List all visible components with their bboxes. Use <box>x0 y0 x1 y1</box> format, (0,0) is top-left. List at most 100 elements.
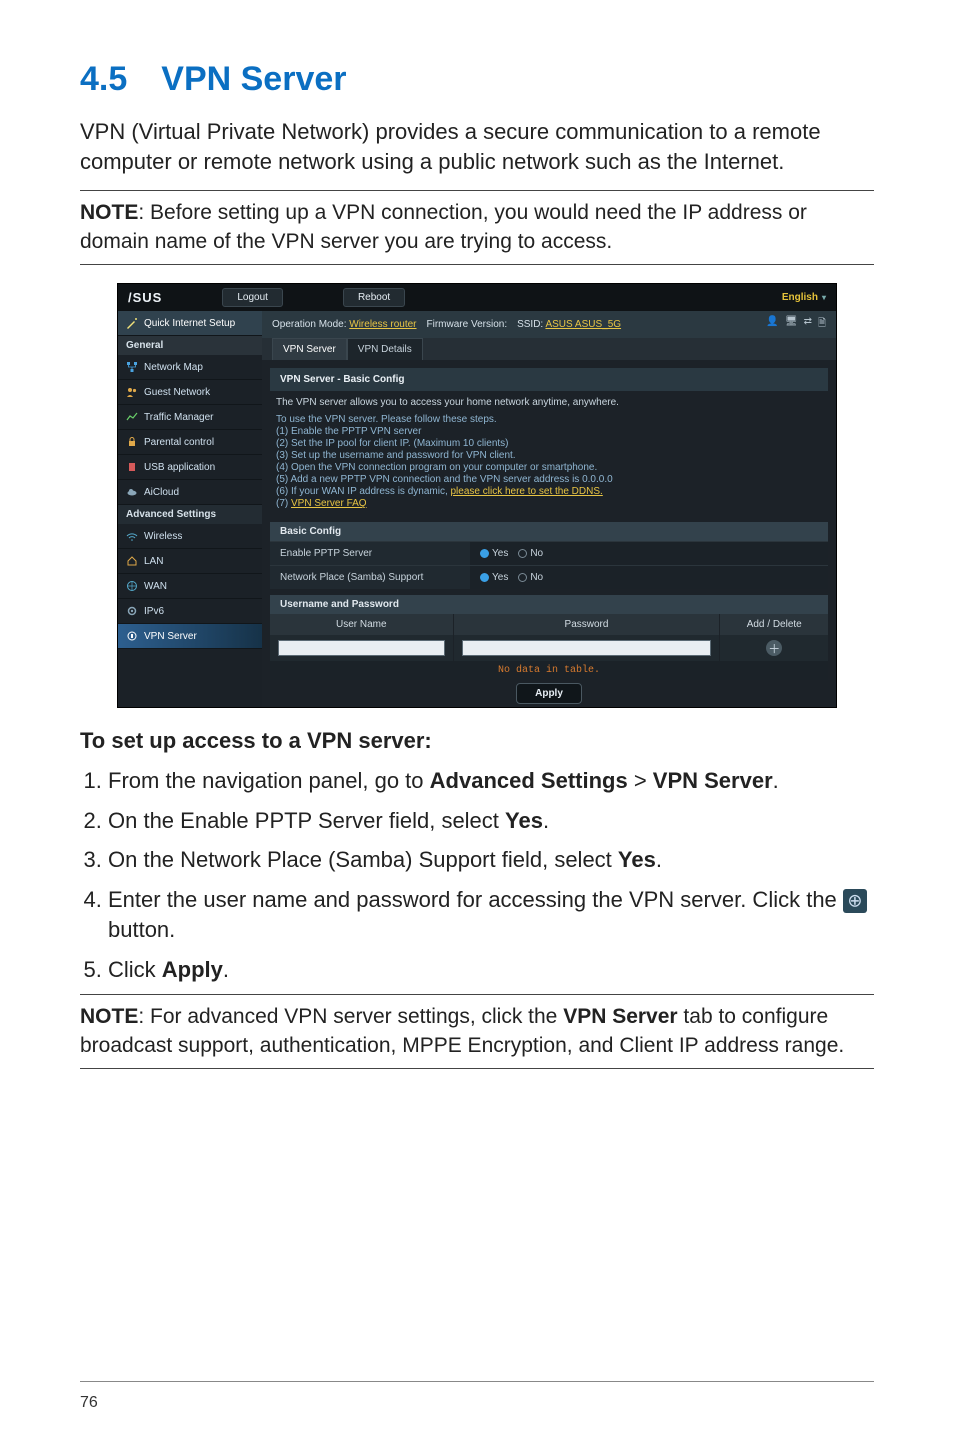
sidebar-item-label: Parental control <box>144 437 214 448</box>
radio-no-label: No <box>530 572 543 583</box>
radio-no-samba[interactable]: No <box>518 572 543 583</box>
ssid-label: SSID: <box>517 319 545 330</box>
users-icon <box>126 386 138 398</box>
step-bold: Yes <box>505 808 543 833</box>
sidebar-item-label: Guest Network <box>144 387 210 398</box>
sidebar-item-vpn-server[interactable]: VPN Server <box>118 624 262 649</box>
sidebar-item-usb-application[interactable]: USB application <box>118 455 262 480</box>
panel-step-2: (2) Set the IP pool for client IP. (Maxi… <box>276 438 822 449</box>
note-label: NOTE <box>80 1005 138 1028</box>
radio-yes-label: Yes <box>492 548 508 559</box>
step-1: From the navigation panel, go to Advance… <box>108 766 874 796</box>
status-icons: 👤 🖥 ⇄ 🗎 <box>766 316 826 333</box>
tab-vpn-server[interactable]: VPN Server <box>272 338 347 360</box>
userpass-title: Username and Password <box>270 595 828 614</box>
sidebar-item-label: IPv6 <box>144 606 164 617</box>
username-input[interactable] <box>278 640 445 656</box>
panel-intro2: To use the VPN server. Please follow the… <box>276 414 822 425</box>
vpn-icon <box>126 630 138 642</box>
router-main: Operation Mode: Wireless router Firmware… <box>262 311 836 707</box>
step-text: . <box>656 847 662 872</box>
step-bold: Yes <box>618 847 656 872</box>
step-5: Click Apply. <box>108 955 874 985</box>
info-strip: Operation Mode: Wireless router Firmware… <box>262 311 836 338</box>
password-input[interactable] <box>462 640 712 656</box>
sidebar-item-guest-network[interactable]: Guest Network <box>118 380 262 405</box>
label-network-place: Network Place (Samba) Support <box>270 566 470 589</box>
op-mode-label: Operation Mode: <box>272 319 349 330</box>
sidebar-item-traffic-manager[interactable]: Traffic Manager <box>118 405 262 430</box>
add-row-button[interactable]: ＋ <box>766 640 782 656</box>
step-text: . <box>543 808 549 833</box>
radio-no-label: No <box>530 548 543 559</box>
sidebar-item-network-map[interactable]: Network Map <box>118 355 262 380</box>
col-username: User Name <box>270 614 454 635</box>
language-select[interactable]: English ▾ <box>782 292 826 303</box>
panel-body: The VPN server allows you to access your… <box>262 391 836 516</box>
panel-title: VPN Server - Basic Config <box>270 368 828 391</box>
panel-step-1: (1) Enable the PPTP VPN server <box>276 426 822 437</box>
step-bold: VPN Server <box>653 768 773 793</box>
panel-lead: The VPN server allows you to access your… <box>276 397 822 408</box>
apply-button[interactable]: Apply <box>516 683 582 704</box>
step-text: > <box>628 768 653 793</box>
op-mode: Operation Mode: Wireless router <box>272 319 417 330</box>
chevron-down-icon: ▾ <box>822 293 826 302</box>
reboot-button[interactable]: Reboot <box>343 288 405 307</box>
sidebar-item-label: LAN <box>144 556 163 567</box>
step-text: button. <box>108 917 175 942</box>
step-2: On the Enable PPTP Server field, select … <box>108 806 874 836</box>
language-label: English <box>782 292 818 303</box>
sidebar-item-wan[interactable]: WAN <box>118 574 262 599</box>
radio-no-pptp[interactable]: No <box>518 548 543 559</box>
note-box-top: NOTE: Before setting up a VPN connection… <box>80 190 874 265</box>
ddns-link[interactable]: please click here to set the DDNS. <box>451 486 603 497</box>
cloud-icon <box>126 486 138 498</box>
note-text: : For advanced VPN server settings, clic… <box>138 1005 563 1028</box>
page-number: 76 <box>80 1394 98 1412</box>
setup-subheading: To set up access to a VPN server: <box>80 728 874 754</box>
router-topbar: /SUS Logout Reboot English ▾ <box>118 284 836 311</box>
basic-config-title: Basic Config <box>270 522 828 541</box>
sidebar-item-label: Traffic Manager <box>144 412 213 423</box>
panel-step-6: (6) If your WAN IP address is dynamic, p… <box>276 486 822 497</box>
router-screenshot: /SUS Logout Reboot English ▾ Quick Intern… <box>117 283 837 708</box>
col-add-delete: Add / Delete <box>720 614 828 635</box>
sidebar-item-label: AiCloud <box>144 487 179 498</box>
step-4: Enter the user name and password for acc… <box>108 885 874 944</box>
sidebar-item-label: WAN <box>144 581 167 592</box>
radio-yes-samba[interactable]: Yes <box>480 572 508 583</box>
ssid: SSID: ASUS ASUS_5G <box>517 319 621 330</box>
vpn-faq-link[interactable]: VPN Server FAQ <box>291 498 367 509</box>
brand-logo: /SUS <box>128 290 162 305</box>
logout-button[interactable]: Logout <box>222 288 283 307</box>
ssid-link[interactable]: ASUS ASUS_5G <box>545 319 621 330</box>
sidebar-header-general: General <box>118 336 262 355</box>
home-icon <box>126 555 138 567</box>
step-text: . <box>773 768 779 793</box>
userpass-table: User Name Password Add / Delete ＋ <box>270 614 828 661</box>
intro-paragraph: VPN (Virtual Private Network) provides a… <box>80 117 874 176</box>
radio-yes-pptp[interactable]: Yes <box>480 548 508 559</box>
sidebar-item-wireless[interactable]: Wireless <box>118 524 262 549</box>
device-icon: 🖥 <box>785 316 798 333</box>
gear-icon <box>126 605 138 617</box>
sidebar: Quick Internet Setup General Network Map… <box>118 311 262 707</box>
footer-rule <box>80 1381 874 1382</box>
add-icon <box>843 889 867 913</box>
step-bold: Apply <box>162 957 223 982</box>
sidebar-item-lan[interactable]: LAN <box>118 549 262 574</box>
op-mode-link[interactable]: Wireless router <box>349 319 416 330</box>
panel-step-7: (7) VPN Server FAQ <box>276 498 822 509</box>
step-text: Enter the user name and password for acc… <box>108 887 843 912</box>
sidebar-item-ipv6[interactable]: IPv6 <box>118 599 262 624</box>
radio-yes-label: Yes <box>492 572 508 583</box>
panel-step-5: (5) Add a new PPTP VPN connection and th… <box>276 474 822 485</box>
sidebar-item-aicloud[interactable]: AiCloud <box>118 480 262 505</box>
wifi-icon <box>126 530 138 542</box>
tab-vpn-details[interactable]: VPN Details <box>347 338 423 360</box>
panel-step-4: (4) Open the VPN connection program on y… <box>276 462 822 473</box>
sidebar-item-parental-control[interactable]: Parental control <box>118 430 262 455</box>
sidebar-quick-setup[interactable]: Quick Internet Setup <box>118 311 262 336</box>
note-box-bottom: NOTE: For advanced VPN server settings, … <box>80 994 874 1069</box>
